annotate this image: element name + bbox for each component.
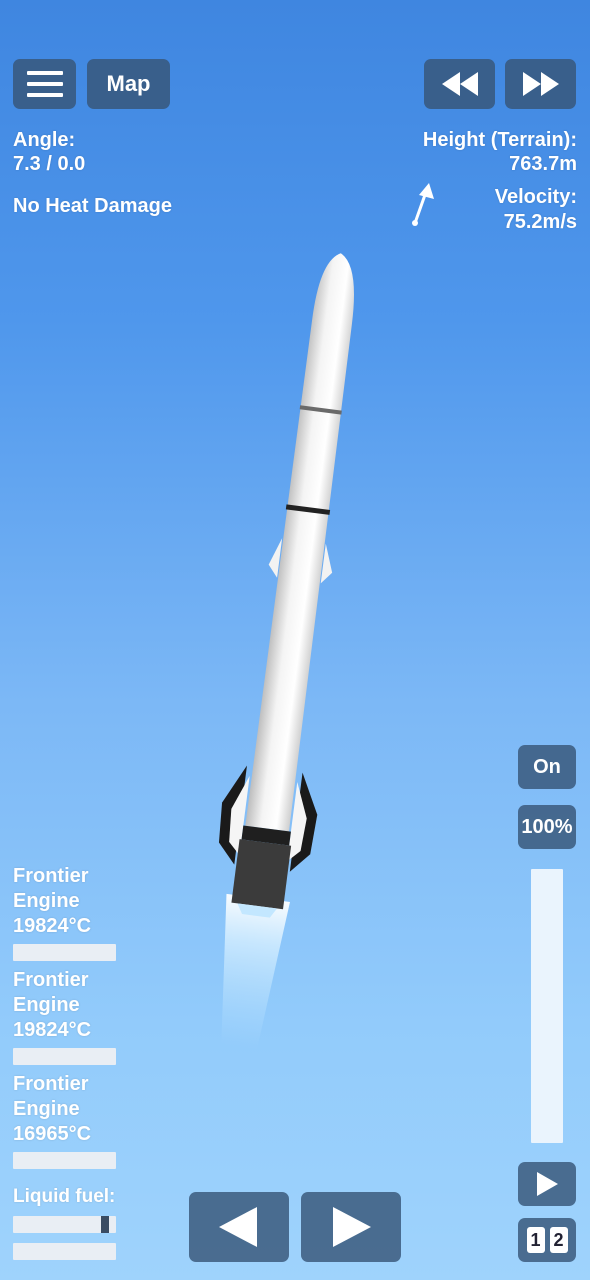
fuel-label: Liquid fuel: — [13, 1186, 116, 1207]
engine-3-name: Frontier Engine 16965°C — [13, 1072, 91, 1147]
engine-3-temperature: 16965°C — [13, 1123, 92, 1145]
fast-forward-icon — [521, 72, 561, 96]
angle-value: 7.3 / 0.0 — [13, 153, 86, 175]
rewind-icon — [440, 72, 480, 96]
stage-digit-2[interactable]: 2 — [549, 1227, 568, 1253]
engine-3-heat-bar — [13, 1152, 116, 1169]
rewind-button[interactable] — [424, 59, 495, 109]
engine-toggle-button[interactable]: On — [518, 745, 576, 789]
velocity-label: Velocity: — [494, 186, 577, 208]
engine-2-name-line2: Engine — [13, 994, 80, 1016]
rotate-right-button[interactable] — [301, 1192, 401, 1262]
angle-label: Angle: — [13, 129, 76, 151]
height-label: Height (Terrain): — [422, 129, 577, 151]
map-button[interactable]: Map — [87, 59, 170, 109]
engine-3-name-line1: Frontier — [13, 1073, 89, 1095]
rocket — [200, 250, 380, 1070]
velocity-arrow-icon — [408, 182, 436, 228]
fast-forward-button[interactable] — [505, 59, 576, 109]
fuel-bar — [13, 1216, 116, 1233]
engine-1-heat-bar — [13, 944, 116, 961]
engine-1-name: Frontier Engine 19824°C — [13, 864, 91, 939]
engine-2-name-line1: Frontier — [13, 969, 89, 991]
stage-button[interactable] — [518, 1162, 576, 1206]
engine-2-name: Frontier Engine 19824°C — [13, 968, 91, 1043]
engine-2-heat-bar — [13, 1048, 116, 1065]
hamburger-menu-icon — [26, 71, 63, 97]
velocity-value: 75.2m/s — [503, 211, 577, 233]
engine-3-name-line2: Engine — [13, 1098, 80, 1120]
engine-1-name-line1: Frontier — [13, 865, 89, 887]
fuel-bar-secondary — [13, 1243, 116, 1260]
engine-1-name-line2: Engine — [13, 890, 80, 912]
engine-2-temperature: 19824°C — [13, 1019, 92, 1041]
fuel-level-marker — [100, 1216, 109, 1233]
throttle-percent-button[interactable]: 100% — [518, 805, 576, 849]
throttle-slider[interactable] — [531, 869, 563, 1143]
heat-status: No Heat Damage — [13, 195, 172, 217]
height-value: 763.7m — [509, 153, 577, 175]
rotate-left-arrow-icon — [217, 1205, 261, 1249]
engine-1-temperature: 19824°C — [13, 915, 92, 937]
play-stage-icon — [535, 1171, 559, 1197]
rotate-right-arrow-icon — [329, 1205, 373, 1249]
stage-digit-1[interactable]: 1 — [526, 1227, 545, 1253]
rotate-left-button[interactable] — [189, 1192, 289, 1262]
menu-button[interactable] — [13, 59, 76, 109]
stage-selector[interactable]: 1 2 — [518, 1218, 576, 1262]
